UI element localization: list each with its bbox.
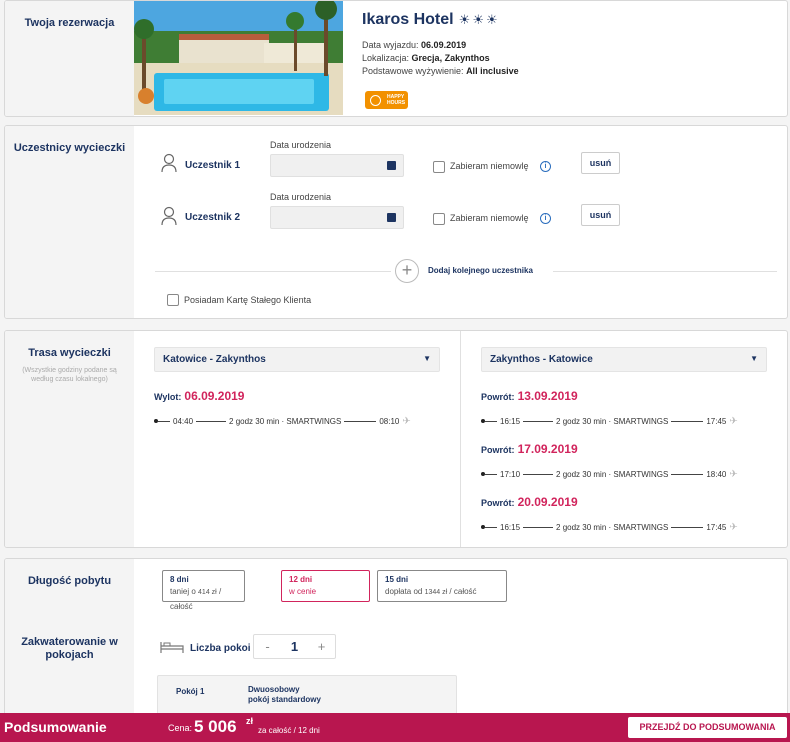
stay-section-title: Długość pobytu (27, 575, 112, 587)
participants-card: Uczestnicy wycieczki Uczestnik 1 Data ur… (4, 125, 788, 319)
chevron-down-icon: ▼ (423, 354, 431, 363)
calendar-icon (387, 161, 396, 170)
stay-option-15[interactable]: 15 dni dopłata od 1344 zł / całość (377, 570, 507, 602)
airplane-icon: ✈ (402, 415, 411, 427)
return-flight-option[interactable]: 16:15 2 godz 30 min · SMARTWINGS 17:45 ✈ (481, 521, 771, 533)
clock-icon (370, 95, 381, 106)
participant-2-name: Uczestnik 2 (185, 212, 241, 223)
sun-star-icon: ☀ (458, 12, 471, 27)
outbound-date: 06.09.2019 (184, 389, 245, 403)
info-icon[interactable]: i (540, 161, 551, 172)
decrement-button[interactable]: - (254, 639, 281, 654)
infant-label: Zabieram niemowlę (450, 161, 529, 171)
rooms-section-title: Zakwaterowanie w pokojach (21, 636, 118, 661)
outbound-flight-row[interactable]: 04:40 2 godz 30 min · SMARTWINGS 08:10 ✈ (154, 415, 444, 427)
calendar-icon (387, 213, 396, 222)
infant-label: Zabieram niemowlę (450, 213, 529, 223)
bed-icon (159, 639, 185, 658)
price-value: 5 006 (194, 717, 237, 736)
room-count-stepper[interactable]: - 1 + (253, 634, 336, 659)
happy-hours-badge: HAPPY HOURS (365, 91, 408, 109)
return-date-row: Powrót: 17.09.2019 (481, 442, 578, 456)
hotel-name: Ikaros Hotel (362, 11, 454, 28)
route-card: Trasa wycieczki (Wszystkie godziny podan… (4, 330, 788, 548)
airplane-icon: ✈ (729, 521, 738, 533)
board-value: All inclusive (466, 66, 519, 76)
infant-checkbox-1[interactable] (433, 161, 445, 173)
birthdate-label: Data urodzenia (270, 192, 332, 202)
person-icon (160, 153, 178, 176)
price-suffix: za całość / 12 dni (258, 726, 320, 735)
sun-star-icon: ☀ (472, 12, 484, 27)
stay-option-8[interactable]: 8 dni taniej o 414 zł / całość (162, 570, 245, 611)
participants-section-title: Uczestnicy wycieczki (13, 142, 126, 154)
return-flight-option[interactable]: 16:15 2 godz 30 min · SMARTWINGS 17:45 ✈ (481, 415, 771, 427)
participants-sidebar: Uczestnicy wycieczki (5, 126, 134, 318)
location-row: Lokalizacja: Grecja, Zakynthos (362, 53, 490, 63)
board-row: Podstawowe wyżywienie: All inclusive (362, 66, 519, 76)
route-sidebar: Trasa wycieczki (Wszystkie godziny podan… (5, 331, 134, 547)
room-type: Dwuosobowy pokój standardowy (248, 685, 321, 704)
person-icon (160, 206, 178, 229)
route-section-subtitle: (Wszystkie godziny podane są według czas… (22, 367, 117, 383)
divider (460, 331, 461, 547)
stay-sidebar: Długość pobytu Zakwaterowanie w pokojach (5, 559, 134, 717)
remove-button-2[interactable]: usuń (581, 204, 620, 226)
summary-title: Podsumowanie (4, 719, 107, 735)
reservation-card: Twoja rezerwacja Ikaros Hotel ☀ ☀ ☀ Data w… (4, 0, 788, 117)
hotel-photo (134, 1, 343, 115)
outbound-route-select[interactable]: Katowice - Zakynthos ▼ (154, 347, 440, 372)
divider (553, 271, 777, 272)
divider (155, 271, 391, 272)
infant-checkbox-2[interactable] (433, 213, 445, 225)
go-to-summary-button[interactable]: PRZEJDŹ DO PODSUMOWANIA (628, 717, 787, 738)
summary-footer: Podsumowanie Cena: 5 006 zł za całość / … (0, 713, 790, 742)
route-section-title: Trasa wycieczki (28, 347, 111, 359)
location-value: Grecja, Zakynthos (411, 53, 490, 63)
airplane-icon: ✈ (729, 415, 738, 427)
departure-date-value: 06.09.2019 (421, 40, 467, 50)
departure-date-row: Data wyjazdu: 06.09.2019 (362, 40, 467, 50)
reservation-section-title: Twoja rezerwacja (24, 17, 115, 29)
loyalty-label: Posiadam Kartę Stałego Klienta (184, 295, 312, 305)
increment-button[interactable]: + (308, 639, 335, 654)
birthdate-input-1[interactable] (270, 154, 404, 177)
outbound-date-row: Wylot: 06.09.2019 (154, 389, 245, 403)
price-currency: zł (246, 716, 254, 726)
info-icon[interactable]: i (540, 213, 551, 224)
stay-card: Długość pobytu Zakwaterowanie w pokojach… (4, 558, 788, 718)
remove-button-1[interactable]: usuń (581, 152, 620, 174)
room-count-label: Liczba pokoi (190, 643, 251, 654)
return-date-row: Powrót: 20.09.2019 (481, 495, 578, 509)
add-participant-link[interactable]: Dodaj kolejnego uczestnika (428, 266, 533, 275)
room-count-value: 1 (290, 639, 299, 654)
room-panel: Pokój 1 Dwuosobowy pokój standardowy (157, 675, 457, 717)
half-sun-star-icon: ☀ (485, 12, 498, 27)
airplane-icon: ✈ (729, 468, 738, 480)
return-route-select[interactable]: Zakynthos - Katowice ▼ (481, 347, 767, 372)
price-label: Cena: (168, 723, 193, 733)
stay-option-12[interactable]: 12 dni w cenie (281, 570, 370, 602)
birthdate-label: Data urodzenia (270, 140, 332, 150)
birthdate-input-2[interactable] (270, 206, 404, 229)
chevron-down-icon: ▼ (750, 354, 758, 363)
room-label: Pokój 1 (176, 687, 205, 696)
reservation-sidebar: Twoja rezerwacja (5, 1, 134, 116)
return-date-row: Powrót: 13.09.2019 (481, 389, 578, 403)
add-participant-icon[interactable]: + (395, 259, 419, 283)
loyalty-checkbox[interactable] (167, 294, 179, 306)
participant-1-name: Uczestnik 1 (185, 160, 241, 171)
return-flight-option[interactable]: 17:10 2 godz 30 min · SMARTWINGS 18:40 ✈ (481, 468, 771, 480)
